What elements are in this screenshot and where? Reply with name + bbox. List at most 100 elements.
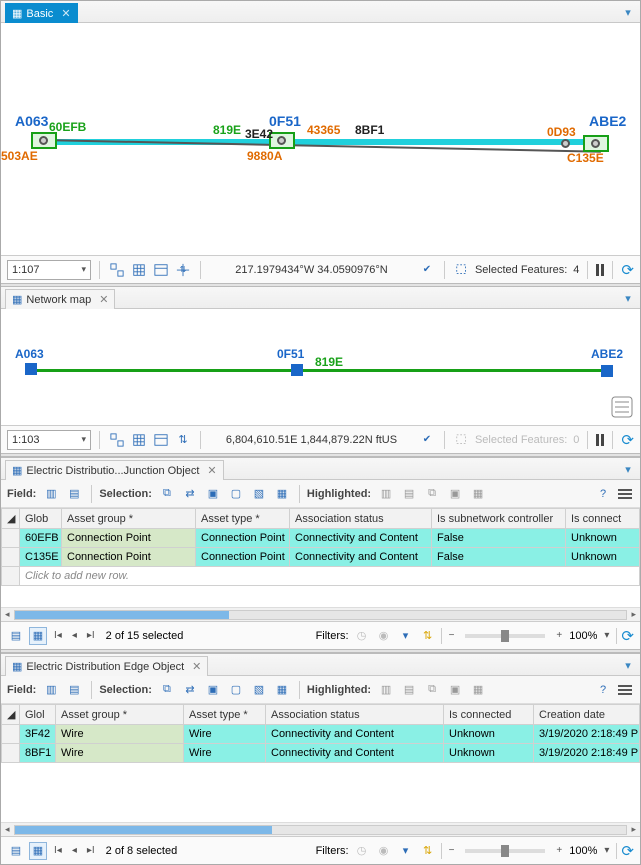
col-connected[interactable]: Is connect — [566, 509, 640, 529]
sel-related-icon[interactable]: ⧉ — [157, 484, 177, 504]
pane-menu[interactable]: ▾ — [620, 290, 636, 306]
col-connected[interactable]: Is connected — [444, 705, 534, 725]
filter-funnel-icon[interactable]: ▾ — [397, 627, 415, 645]
col-asset-group[interactable]: Asset group * — [56, 705, 184, 725]
col-glob[interactable]: Glob — [20, 509, 62, 529]
table-row[interactable]: 8BF1 Wire Wire Connectivity and Content … — [2, 744, 640, 763]
sel-copy-icon[interactable]: ▦ — [272, 484, 292, 504]
row-selector-header[interactable]: ◢ — [2, 509, 20, 529]
sel-switch-icon[interactable]: ⇄ — [180, 484, 200, 504]
refresh-icon[interactable]: ⟳ — [621, 261, 634, 279]
close-icon[interactable]: ✕ — [99, 293, 108, 306]
field-calc-icon[interactable]: ▤ — [64, 680, 84, 700]
tab-network[interactable]: ▦ Network map ✕ — [5, 289, 115, 309]
snap-icon[interactable] — [108, 431, 126, 449]
toolbar-menu-icon[interactable] — [616, 681, 634, 699]
help-icon[interactable]: ? — [593, 680, 613, 700]
edge-table[interactable]: ◢ Glol Asset group * Asset type * Associ… — [1, 704, 640, 763]
table-row[interactable]: 60EFB Connection Point Connection Point … — [2, 529, 640, 548]
view-selected-icon[interactable]: ▦ — [29, 627, 47, 645]
selection-icon[interactable] — [453, 261, 471, 279]
zoom-minus[interactable]: − — [446, 630, 458, 641]
nav-next-icon[interactable]: ▸I — [84, 845, 98, 856]
table-icon[interactable] — [152, 431, 170, 449]
refresh-icon[interactable]: ⟳ — [621, 627, 634, 645]
table-row[interactable]: 3F42 Wire Wire Connectivity and Content … — [2, 725, 640, 744]
pause-icon[interactable] — [596, 434, 604, 446]
sel-clear-icon[interactable]: ▢ — [226, 484, 246, 504]
pane-menu[interactable]: ▾ — [620, 657, 636, 673]
table-icon[interactable] — [152, 261, 170, 279]
coords-menu[interactable]: ✔ — [418, 431, 436, 449]
basic-canvas[interactable]: A063 60EFB 503AE 819E 3E42 0F51 43365 8B… — [1, 23, 640, 255]
field-calc-icon[interactable]: ▤ — [64, 484, 84, 504]
junction-hscroll[interactable]: ◂ ▸ — [1, 607, 640, 621]
arrows-icon[interactable]: ⇅ — [174, 431, 192, 449]
arrows-icon[interactable]: ⇅ — [174, 261, 192, 279]
tab-basic[interactable]: ▦ Basic ✕ — [5, 3, 78, 23]
col-asset-group[interactable]: Asset group * — [62, 509, 196, 529]
hl-2-icon[interactable]: ▤ — [399, 680, 419, 700]
pane-menu[interactable]: ▾ — [620, 4, 636, 20]
sel-related-icon[interactable]: ⧉ — [157, 680, 177, 700]
grid-icon[interactable] — [130, 431, 148, 449]
hl-1-icon[interactable]: ▥ — [376, 680, 396, 700]
junction-table[interactable]: ◢ Glob Asset group * Asset type * Associ… — [1, 508, 640, 586]
basemap-icon[interactable] — [610, 395, 634, 419]
hl-3-icon[interactable]: ⧉ — [422, 484, 442, 504]
nm-node-A063[interactable] — [25, 363, 37, 375]
filter-sort-icon[interactable]: ⇅ — [419, 842, 437, 860]
zoom-slider[interactable] — [465, 634, 545, 638]
hl-2-icon[interactable]: ▤ — [399, 484, 419, 504]
nav-first-icon[interactable]: I◂ — [51, 630, 65, 641]
table-row[interactable]: C135E Connection Point Connection Point … — [2, 548, 640, 567]
sel-clear-icon[interactable]: ▢ — [226, 680, 246, 700]
nav-next-icon[interactable]: ▸I — [84, 630, 98, 641]
col-glob[interactable]: Glol — [20, 705, 56, 725]
close-icon[interactable]: ✕ — [192, 660, 201, 673]
filter-time-icon[interactable]: ◷ — [353, 842, 371, 860]
sel-switch-icon[interactable]: ⇄ — [180, 680, 200, 700]
refresh-icon[interactable]: ⟳ — [621, 842, 634, 860]
hl-4-icon[interactable]: ▣ — [445, 680, 465, 700]
grid-icon[interactable] — [130, 261, 148, 279]
filter-funnel-icon[interactable]: ▾ — [397, 842, 415, 860]
filter-extent-icon[interactable]: ◉ — [375, 842, 393, 860]
tab-junction[interactable]: ▦ Electric Distributio...Junction Object… — [5, 460, 224, 480]
nm-node-ABE2[interactable] — [601, 365, 613, 377]
sel-zoom-icon[interactable]: ▣ — [203, 680, 223, 700]
view-selected-icon[interactable]: ▦ — [29, 842, 47, 860]
col-asset-type[interactable]: Asset type * — [196, 509, 290, 529]
hl-3-icon[interactable]: ⧉ — [422, 680, 442, 700]
sel-zoom-icon[interactable]: ▣ — [203, 484, 223, 504]
col-subnet[interactable]: Is subnetwork controller — [432, 509, 566, 529]
refresh-icon[interactable]: ⟳ — [621, 431, 634, 449]
hl-5-icon[interactable]: ▦ — [468, 484, 488, 504]
col-assoc[interactable]: Association status — [266, 705, 444, 725]
toolbar-menu-icon[interactable] — [616, 485, 634, 503]
sel-copy-icon[interactable]: ▦ — [272, 680, 292, 700]
hl-5-icon[interactable]: ▦ — [468, 680, 488, 700]
field-add-icon[interactable]: ▥ — [41, 484, 61, 504]
close-icon[interactable]: ✕ — [207, 464, 216, 477]
nm-node-0F51[interactable] — [291, 364, 303, 376]
scale-select[interactable]: 1:107 ▾ — [7, 260, 91, 280]
filter-time-icon[interactable]: ◷ — [353, 627, 371, 645]
snap-icon[interactable] — [108, 261, 126, 279]
coords-menu[interactable]: ✔ — [418, 261, 436, 279]
edge-hscroll[interactable]: ◂ ▸ — [1, 822, 640, 836]
zoom-minus[interactable]: − — [446, 845, 458, 856]
filter-sort-icon[interactable]: ⇅ — [419, 627, 437, 645]
zoom-slider[interactable] — [465, 849, 545, 853]
help-icon[interactable]: ? — [593, 484, 613, 504]
tab-edge[interactable]: ▦ Electric Distribution Edge Object ✕ — [5, 656, 208, 676]
field-add-icon[interactable]: ▥ — [41, 680, 61, 700]
close-icon[interactable]: ✕ — [61, 7, 70, 20]
hl-4-icon[interactable]: ▣ — [445, 484, 465, 504]
filter-extent-icon[interactable]: ◉ — [375, 627, 393, 645]
table-new-row[interactable]: Click to add new row. — [2, 567, 640, 586]
col-date[interactable]: Creation date — [534, 705, 640, 725]
view-all-icon[interactable]: ▤ — [7, 627, 25, 645]
zoom-plus[interactable]: + — [553, 630, 565, 641]
scale-select[interactable]: 1:103 ▾ — [7, 430, 91, 450]
